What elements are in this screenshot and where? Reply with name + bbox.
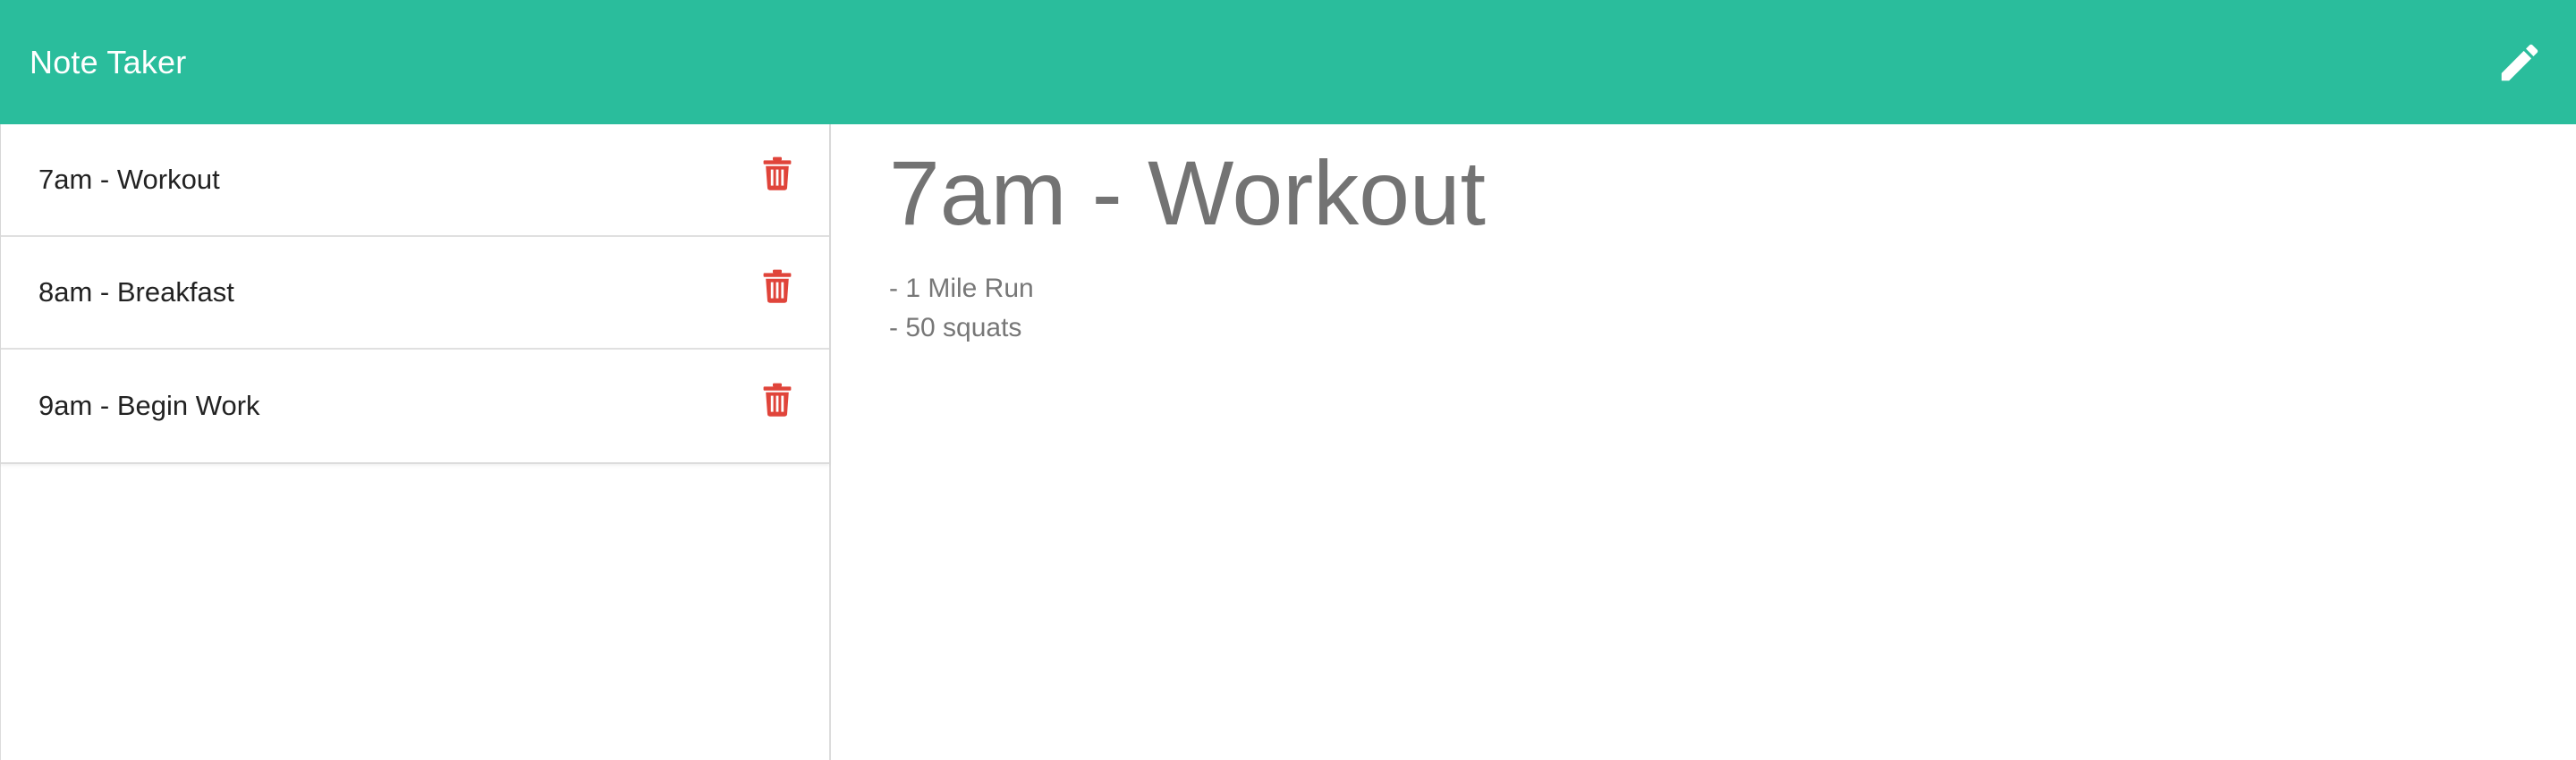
note-list: 7am - Workout 8am - Breakfast 9am - Begi… (1, 124, 829, 464)
trash-icon (763, 156, 792, 190)
new-note-button[interactable] (2493, 36, 2546, 89)
note-text-line: - 1 Mile Run (889, 274, 1034, 304)
note-list-item-workout[interactable]: 7am - Workout (1, 124, 829, 237)
note-text-display[interactable]: - 1 Mile Run - 50 squats (889, 269, 2576, 348)
delete-note-button[interactable] (761, 268, 793, 304)
notes-sidebar: 7am - Workout 8am - Breakfast 9am - Begi… (0, 124, 831, 760)
trash-icon (763, 383, 792, 417)
delete-note-button[interactable] (761, 156, 793, 191)
pencil-icon (2501, 44, 2538, 80)
delete-note-button[interactable] (761, 382, 793, 418)
note-list-item-begin-work[interactable]: 9am - Begin Work (1, 350, 829, 462)
top-navbar: Note Taker (0, 0, 2576, 124)
note-list-item-title: 7am - Workout (38, 164, 220, 195)
note-editor: 7am - Workout - 1 Mile Run - 50 squats (833, 124, 2576, 760)
note-list-item-breakfast[interactable]: 8am - Breakfast (1, 237, 829, 350)
note-list-item-title: 8am - Breakfast (38, 276, 234, 308)
note-list-item-title: 9am - Begin Work (38, 390, 260, 421)
note-title-display[interactable]: 7am - Workout (889, 144, 2576, 242)
app-title[interactable]: Note Taker (30, 44, 186, 81)
note-text-line: - 50 squats (889, 313, 1022, 343)
trash-icon (763, 269, 792, 303)
